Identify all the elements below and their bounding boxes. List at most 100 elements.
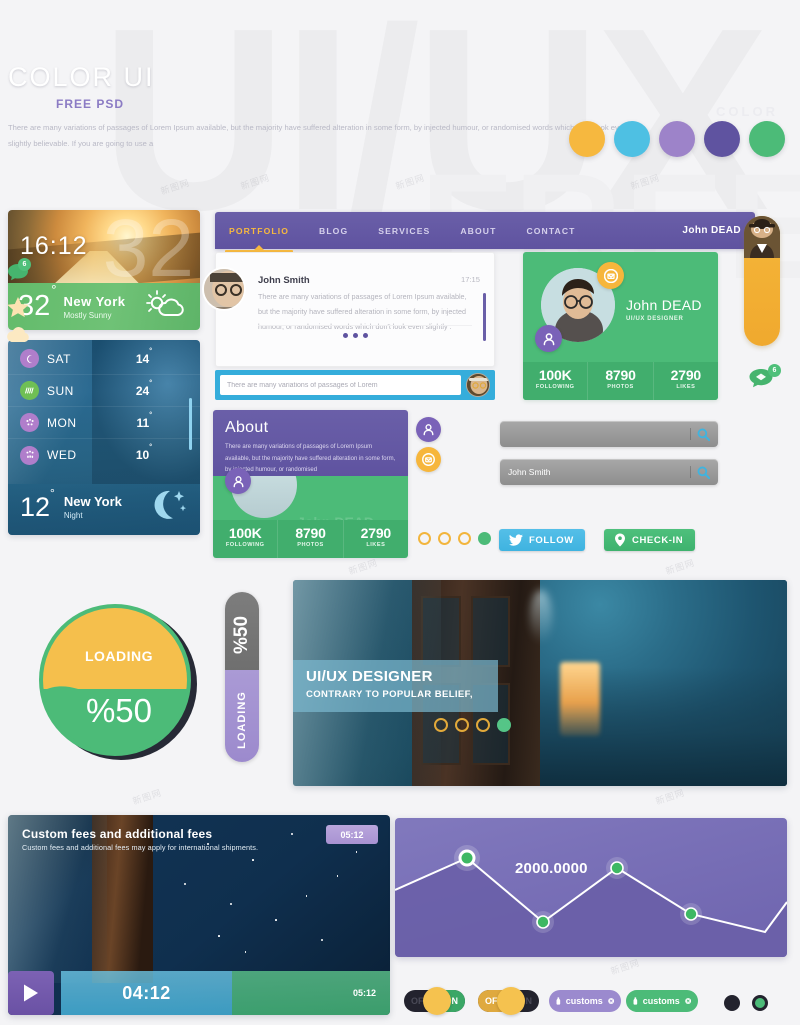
forecast-row[interactable]: MON 11° bbox=[8, 407, 200, 439]
pager-dot[interactable] bbox=[418, 532, 431, 545]
search-input-value[interactable]: John Smith bbox=[508, 467, 690, 477]
hero-pager-dot[interactable] bbox=[476, 718, 490, 732]
about-header: About There are many variations of passa… bbox=[213, 410, 408, 476]
tag-customs-green[interactable]: customs bbox=[626, 990, 698, 1012]
nav-item-services[interactable]: SERVICES bbox=[378, 226, 430, 236]
about-title: About bbox=[225, 419, 269, 436]
user-icon[interactable] bbox=[535, 325, 562, 352]
chart-point bbox=[536, 915, 550, 929]
search-icon bbox=[697, 428, 710, 441]
toggle-knob[interactable] bbox=[423, 987, 451, 1015]
pager-dot-active[interactable] bbox=[478, 532, 491, 545]
watermark-tag-11: 新图网 bbox=[609, 957, 641, 977]
play-icon bbox=[24, 984, 38, 1002]
user-icon[interactable] bbox=[225, 468, 251, 494]
tag-customs-purple[interactable]: customs bbox=[549, 990, 621, 1012]
hero-pager-dot[interactable] bbox=[455, 718, 469, 732]
search-divider bbox=[690, 428, 691, 440]
chart-point bbox=[610, 861, 624, 875]
nav-item-blog[interactable]: BLOG bbox=[319, 226, 348, 236]
chart-value-label: 2000.0000 bbox=[515, 860, 588, 877]
mail-icon[interactable] bbox=[597, 262, 624, 289]
degree-symbol: ° bbox=[149, 347, 152, 355]
chat-input[interactable] bbox=[220, 375, 461, 395]
tag-label: customs bbox=[565, 996, 603, 1006]
forecast-row[interactable]: WED 10° bbox=[8, 439, 200, 471]
page-title: COLOR UI bbox=[8, 62, 155, 92]
hero-banner: UI/UX DESIGNER CONTRARY TO POPULAR BELIE… bbox=[293, 580, 787, 786]
profile-name: John DEAD bbox=[626, 297, 702, 313]
forecast-row[interactable]: SUN 24° bbox=[8, 375, 200, 407]
stat-following: 100K FOLLOWING bbox=[213, 520, 278, 558]
chart-area-fill bbox=[395, 858, 787, 957]
hero-caption: UI/UX DESIGNER CONTRARY TO POPULAR BELIE… bbox=[293, 660, 498, 712]
weather-night-place: New York Night bbox=[64, 494, 122, 520]
video-progress-elapsed: 04:12 bbox=[61, 971, 233, 1015]
rail-item-cloud[interactable] bbox=[0, 325, 36, 343]
mail-icon[interactable] bbox=[416, 447, 441, 472]
vertical-progress-bar[interactable]: %50 LOADING bbox=[225, 592, 259, 762]
twitter-icon bbox=[509, 534, 523, 546]
floating-chat-button[interactable]: 6 bbox=[748, 364, 781, 394]
pager-dot[interactable] bbox=[438, 532, 451, 545]
user-icon[interactable] bbox=[416, 417, 441, 442]
radio-selected[interactable] bbox=[752, 995, 768, 1011]
cloud-icon bbox=[7, 327, 29, 342]
video-player: Custom fees and additional fees Custom f… bbox=[8, 815, 390, 1015]
swatch-purple[interactable] bbox=[704, 121, 740, 157]
forecast-temp-value: 10 bbox=[135, 448, 150, 462]
chat-card: John Smith 17:15 There are many variatio… bbox=[202, 252, 495, 367]
hero-pager-dot-active[interactable] bbox=[497, 718, 511, 732]
stat-label: LIKES bbox=[676, 384, 696, 390]
radio-unselected[interactable] bbox=[724, 995, 740, 1011]
stat-photos: 8790 PHOTOS bbox=[277, 520, 343, 558]
video-duration-badge: 05:12 bbox=[326, 825, 378, 844]
search-icon bbox=[697, 466, 710, 479]
weather-night-temp: 12° bbox=[20, 486, 55, 523]
nav-item-about[interactable]: ABOUT bbox=[460, 226, 496, 236]
chat-scrollbar[interactable] bbox=[483, 293, 486, 341]
nav-item-portfolio[interactable]: PORTFOLIO bbox=[224, 226, 294, 253]
watermark-tag-8: 新图网 bbox=[664, 557, 696, 577]
nav-item-contact[interactable]: CONTACT bbox=[526, 226, 575, 236]
loading-circle-inner bbox=[43, 608, 187, 752]
weather-night-condition: Night bbox=[63, 511, 83, 520]
follow-button[interactable]: FOLLOW bbox=[499, 529, 585, 551]
swatch-blue[interactable] bbox=[614, 121, 650, 157]
hero-subtitle: CONTRARY TO POPULAR BELIEF, bbox=[306, 689, 473, 700]
video-progress-bar[interactable]: 04:12 05:12 bbox=[61, 971, 390, 1015]
toggle-knob[interactable] bbox=[497, 987, 525, 1015]
close-circle-icon bbox=[684, 998, 691, 1004]
watermark-tag-10: 新图网 bbox=[654, 787, 686, 807]
swatch-yellow[interactable] bbox=[569, 121, 605, 157]
forecast-row[interactable]: SAT 14° bbox=[8, 343, 200, 375]
color-palette-label: COLOR bbox=[716, 104, 778, 119]
weather-day-condition: Mostly Sunny bbox=[63, 310, 112, 320]
nav-username[interactable]: John DEAD bbox=[682, 225, 741, 236]
chat-input-avatar[interactable] bbox=[466, 373, 490, 397]
swatch-green[interactable] bbox=[749, 121, 785, 157]
rail-avatar[interactable] bbox=[744, 216, 780, 258]
weather-card-night[interactable]: SAT 14° SUN 24° MON 11° WED 10° 12° New … bbox=[8, 340, 200, 535]
toggle-on[interactable]: OFF ON bbox=[404, 987, 465, 1015]
search-bar-filled[interactable]: John Smith bbox=[500, 459, 718, 485]
degree-symbol: ° bbox=[51, 282, 57, 298]
checkin-button[interactable]: CHECK-IN bbox=[604, 529, 695, 551]
rail-item-chat[interactable]: 6 bbox=[0, 258, 36, 286]
pager-dot[interactable] bbox=[458, 532, 471, 545]
hero-pager-dot[interactable] bbox=[434, 718, 448, 732]
weather-scrollbar[interactable] bbox=[189, 398, 192, 450]
snow-icon bbox=[20, 413, 39, 432]
play-button[interactable] bbox=[8, 971, 54, 1015]
chat-divider bbox=[258, 325, 472, 326]
video-progress-remaining: 05:12 bbox=[232, 971, 390, 1015]
stat-label: PHOTOS bbox=[297, 542, 324, 548]
video-total-time: 05:12 bbox=[352, 988, 376, 998]
rail-item-star[interactable] bbox=[0, 296, 36, 319]
search-bar-empty[interactable] bbox=[500, 421, 718, 447]
stat-likes: 2790 LIKES bbox=[652, 362, 718, 400]
weather-card-day[interactable]: 16:12 32 32° New York Mostly Sunny bbox=[8, 210, 200, 330]
swatch-lilac[interactable] bbox=[659, 121, 695, 157]
chat-timestamp: 17:15 bbox=[460, 275, 480, 284]
toggle-off[interactable]: OFF ON bbox=[478, 987, 539, 1015]
